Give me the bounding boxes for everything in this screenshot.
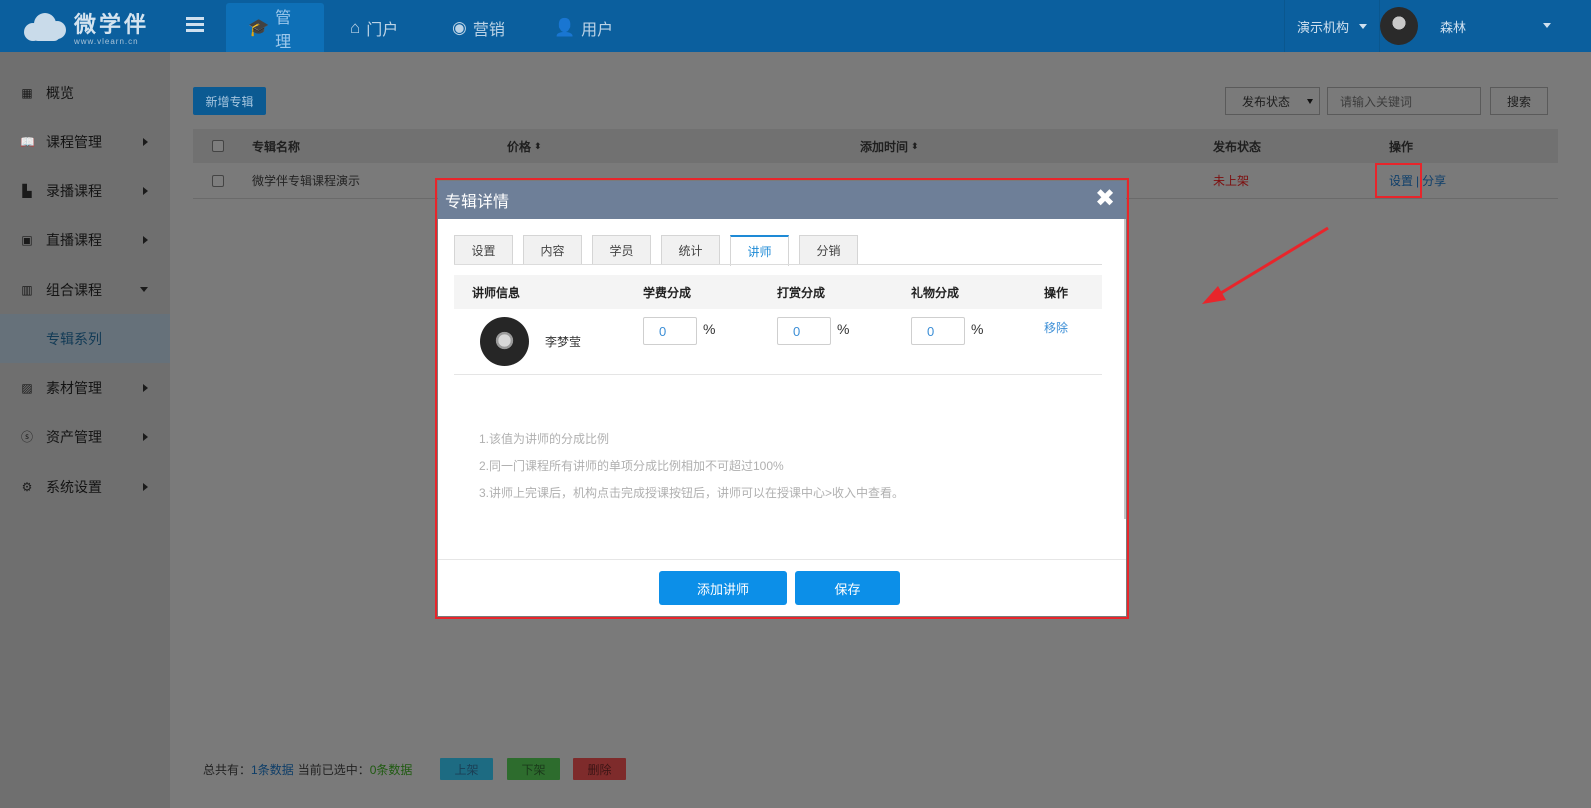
tuition-share-input[interactable]: 0 (643, 317, 697, 345)
column-name: 专辑名称 (252, 139, 301, 154)
save-button[interactable]: 保存 (795, 571, 900, 605)
sidebar-item-overview[interactable]: ▦ 概览 (0, 68, 170, 117)
nav-tab-users[interactable]: 👤 用户 (532, 3, 635, 52)
sort-icon: ⬍ (911, 140, 919, 151)
select-all-checkbox[interactable] (212, 140, 224, 152)
top-navbar: 微学伴 www.vlearn.cn 🎓 管理 ⌂ 门户 ◉ 营销 👤 用户 演示… (0, 0, 1591, 52)
video-icon: ▙ (22, 183, 32, 198)
search-input[interactable]: 请输入关键词 (1327, 87, 1481, 115)
image-icon: ▨ (21, 380, 33, 395)
chevron-right-icon (143, 432, 148, 441)
search-button[interactable]: 搜索 (1490, 87, 1548, 115)
modal-header: 专辑详情 ✖ (438, 181, 1126, 219)
table-header: 专辑名称 价格 ⬍ 添加时间 ⬍ 发布状态 操作 (193, 129, 1558, 163)
lecturer-row: 李梦莹 0 % 0 % 0 % 移除 (454, 309, 1102, 375)
user-avatar (1380, 7, 1418, 45)
org-selector[interactable]: 演示机构 (1284, 0, 1381, 52)
user-menu-chevron-icon[interactable] (1543, 23, 1551, 28)
row-checkbox[interactable] (212, 174, 224, 187)
selected-count: 0条数据 (369, 762, 413, 777)
modal-scrollbar[interactable] (1124, 219, 1126, 519)
modal-title: 专辑详情 (445, 194, 510, 211)
tab-students[interactable]: 学员 (592, 235, 651, 265)
tab-content[interactable]: 内容 (523, 235, 582, 265)
bar-chart-icon: ▥ (21, 282, 33, 297)
table-footer: 总共有： 1条数据 当前已选中： 0条数据 (203, 762, 413, 777)
user-menu[interactable]: 森林 (1380, 0, 1466, 52)
tab-lecturers[interactable]: 讲师 (730, 235, 789, 266)
nav-tab-portal[interactable]: ⌂ 门户 (328, 3, 420, 52)
column-actions: 操作 (1389, 139, 1414, 154)
sidebar-item-recorded-courses[interactable]: ▙ 录播课程 (0, 166, 170, 215)
new-album-button[interactable]: 新增专辑 (193, 87, 266, 115)
annotation-arrow (1202, 226, 1329, 304)
graduation-cap-icon: 🎓 (248, 17, 270, 37)
chevron-down-icon (140, 287, 148, 292)
sidebar-item-album-series[interactable]: 专辑系列 (0, 314, 170, 363)
sidebar-item-materials[interactable]: ▨ 素材管理 (0, 363, 170, 412)
album-name: 微学伴专辑课程演示 (252, 174, 361, 188)
sidebar-item-system-settings[interactable]: ⚙ 系统设置 (0, 462, 170, 511)
share-notes: 1.该值为讲师的分成比例 2.同一门课程所有讲师的单项分成比例相加不可超过100… (479, 432, 905, 500)
logo-url: www.vlearn.cn (74, 36, 139, 46)
sidebar-item-course-management[interactable]: 📖 课程管理 (0, 117, 170, 166)
user-icon: 👤 (554, 17, 576, 37)
home-icon: ⌂ (350, 17, 361, 37)
share-link[interactable]: 分享 (1422, 172, 1446, 189)
sidebar: ▦ 概览 📖 课程管理 ▙ 录播课程 ▣ 直播课程 ▥ 组合课程 专辑系列 ▨ … (0, 52, 170, 808)
nav-tab-manage[interactable]: 🎓 管理 (226, 3, 324, 52)
gear-icon: ⚙ (21, 479, 33, 494)
status-badge: 未上架 (1213, 174, 1250, 188)
dropdown-arrow-icon (1307, 99, 1313, 104)
column-price[interactable]: 价格 ⬍ (507, 129, 542, 163)
nav-tab-marketing[interactable]: ◉ 营销 (430, 3, 527, 52)
settings-highlight-box (1375, 163, 1422, 198)
lecturer-avatar (480, 317, 529, 366)
broadcast-icon: ▣ (21, 232, 33, 247)
sort-icon: ⬍ (534, 140, 542, 151)
chevron-right-icon (143, 383, 148, 392)
tab-settings[interactable]: 设置 (454, 235, 513, 265)
delete-button[interactable]: 删除 (573, 758, 626, 780)
album-detail-modal: 专辑详情 ✖ 设置 内容 学员 统计 讲师 分销 讲师信息 学费分成 打赏分成 … (438, 181, 1126, 616)
sidebar-item-combo-courses[interactable]: ▥ 组合课程 (0, 265, 170, 314)
lecturer-name: 李梦莹 (545, 334, 582, 349)
target-icon: ◉ (452, 17, 467, 37)
column-added-time[interactable]: 添加时间 ⬍ (860, 129, 919, 163)
menu-toggle-icon[interactable] (186, 17, 204, 33)
unpublish-button[interactable]: 下架 (507, 758, 560, 780)
chevron-right-icon (143, 186, 148, 195)
modal-footer: 添加讲师 保存 (438, 559, 1126, 616)
chevron-right-icon (143, 482, 148, 491)
publish-button[interactable]: 上架 (440, 758, 493, 780)
chevron-right-icon (143, 137, 148, 146)
tab-statistics[interactable]: 统计 (661, 235, 720, 265)
cloud-logo-icon (22, 9, 70, 43)
chevron-down-icon (1359, 23, 1368, 29)
sidebar-item-assets[interactable]: ⓢ 资产管理 (0, 412, 170, 461)
tip-share-input[interactable]: 0 (777, 317, 831, 345)
add-lecturer-button[interactable]: 添加讲师 (659, 571, 787, 605)
coin-icon: ⓢ (20, 430, 33, 444)
logo-text: 微学伴 (74, 12, 150, 38)
lecturer-table-header: 讲师信息 学费分成 打赏分成 礼物分成 操作 (454, 275, 1102, 309)
tab-distribution[interactable]: 分销 (799, 235, 858, 265)
book-icon: 📖 (20, 134, 35, 149)
sidebar-item-live-courses[interactable]: ▣ 直播课程 (0, 215, 170, 264)
column-status: 发布状态 (1213, 139, 1262, 154)
user-name: 森林 (1440, 19, 1467, 35)
publish-status-select[interactable]: 发布状态 (1225, 87, 1320, 115)
chevron-right-icon (143, 235, 148, 244)
app-logo[interactable]: 微学伴 www.vlearn.cn (22, 8, 150, 46)
total-count: 1条数据 (251, 762, 294, 777)
close-icon[interactable]: ✖ (1094, 187, 1116, 211)
grid-icon: ▦ (21, 85, 33, 100)
gift-share-input[interactable]: 0 (911, 317, 965, 345)
remove-lecturer-link[interactable]: 移除 (1044, 319, 1068, 336)
